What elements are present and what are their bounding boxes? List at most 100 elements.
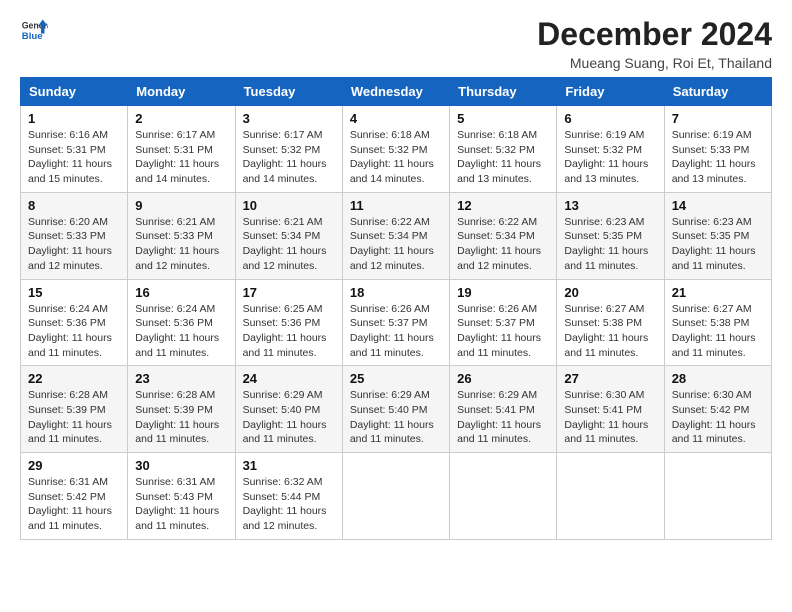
- day-info: Sunrise: 6:29 AMSunset: 5:41 PMDaylight:…: [457, 388, 549, 447]
- day-info: Sunrise: 6:32 AMSunset: 5:44 PMDaylight:…: [243, 475, 335, 534]
- day-info: Sunrise: 6:30 AMSunset: 5:42 PMDaylight:…: [672, 388, 764, 447]
- day-number: 15: [28, 285, 120, 300]
- day-info: Sunrise: 6:24 AMSunset: 5:36 PMDaylight:…: [135, 302, 227, 361]
- day-info: Sunrise: 6:26 AMSunset: 5:37 PMDaylight:…: [350, 302, 442, 361]
- day-number: 27: [564, 371, 656, 386]
- day-info: Sunrise: 6:24 AMSunset: 5:36 PMDaylight:…: [28, 302, 120, 361]
- calendar-cell: [557, 453, 664, 540]
- day-number: 26: [457, 371, 549, 386]
- calendar-cell: [450, 453, 557, 540]
- calendar-cell: 10 Sunrise: 6:21 AMSunset: 5:34 PMDaylig…: [235, 192, 342, 279]
- calendar-cell: 28 Sunrise: 6:30 AMSunset: 5:42 PMDaylig…: [664, 366, 771, 453]
- day-info: Sunrise: 6:21 AMSunset: 5:33 PMDaylight:…: [135, 215, 227, 274]
- calendar-cell: 22 Sunrise: 6:28 AMSunset: 5:39 PMDaylig…: [21, 366, 128, 453]
- day-number: 29: [28, 458, 120, 473]
- calendar-table: SundayMondayTuesdayWednesdayThursdayFrid…: [20, 77, 772, 540]
- day-number: 19: [457, 285, 549, 300]
- calendar-cell: 24 Sunrise: 6:29 AMSunset: 5:40 PMDaylig…: [235, 366, 342, 453]
- calendar-cell: 11 Sunrise: 6:22 AMSunset: 5:34 PMDaylig…: [342, 192, 449, 279]
- calendar-cell: 23 Sunrise: 6:28 AMSunset: 5:39 PMDaylig…: [128, 366, 235, 453]
- calendar-cell: 14 Sunrise: 6:23 AMSunset: 5:35 PMDaylig…: [664, 192, 771, 279]
- day-info: Sunrise: 6:17 AMSunset: 5:31 PMDaylight:…: [135, 128, 227, 187]
- day-info: Sunrise: 6:23 AMSunset: 5:35 PMDaylight:…: [564, 215, 656, 274]
- calendar-cell: 6 Sunrise: 6:19 AMSunset: 5:32 PMDayligh…: [557, 106, 664, 193]
- day-info: Sunrise: 6:28 AMSunset: 5:39 PMDaylight:…: [28, 388, 120, 447]
- day-number: 10: [243, 198, 335, 213]
- day-info: Sunrise: 6:26 AMSunset: 5:37 PMDaylight:…: [457, 302, 549, 361]
- day-info: Sunrise: 6:27 AMSunset: 5:38 PMDaylight:…: [672, 302, 764, 361]
- day-info: Sunrise: 6:23 AMSunset: 5:35 PMDaylight:…: [672, 215, 764, 274]
- calendar-header-row: SundayMondayTuesdayWednesdayThursdayFrid…: [21, 78, 772, 106]
- day-number: 11: [350, 198, 442, 213]
- day-info: Sunrise: 6:16 AMSunset: 5:31 PMDaylight:…: [28, 128, 120, 187]
- day-number: 12: [457, 198, 549, 213]
- calendar-cell: 27 Sunrise: 6:30 AMSunset: 5:41 PMDaylig…: [557, 366, 664, 453]
- calendar-week-3: 15 Sunrise: 6:24 AMSunset: 5:36 PMDaylig…: [21, 279, 772, 366]
- logo-icon: General Blue: [20, 16, 48, 44]
- calendar-cell: [664, 453, 771, 540]
- calendar-cell: 2 Sunrise: 6:17 AMSunset: 5:31 PMDayligh…: [128, 106, 235, 193]
- calendar-cell: [342, 453, 449, 540]
- day-number: 18: [350, 285, 442, 300]
- column-header-saturday: Saturday: [664, 78, 771, 106]
- svg-text:Blue: Blue: [22, 31, 43, 42]
- calendar-week-5: 29 Sunrise: 6:31 AMSunset: 5:42 PMDaylig…: [21, 453, 772, 540]
- calendar-cell: 18 Sunrise: 6:26 AMSunset: 5:37 PMDaylig…: [342, 279, 449, 366]
- calendar-cell: 8 Sunrise: 6:20 AMSunset: 5:33 PMDayligh…: [21, 192, 128, 279]
- page-header: General Blue December 2024 Mueang Suang,…: [20, 16, 772, 71]
- column-header-friday: Friday: [557, 78, 664, 106]
- day-number: 9: [135, 198, 227, 213]
- day-number: 8: [28, 198, 120, 213]
- day-number: 17: [243, 285, 335, 300]
- day-info: Sunrise: 6:30 AMSunset: 5:41 PMDaylight:…: [564, 388, 656, 447]
- day-info: Sunrise: 6:22 AMSunset: 5:34 PMDaylight:…: [350, 215, 442, 274]
- day-info: Sunrise: 6:19 AMSunset: 5:33 PMDaylight:…: [672, 128, 764, 187]
- calendar-cell: 1 Sunrise: 6:16 AMSunset: 5:31 PMDayligh…: [21, 106, 128, 193]
- calendar-cell: 25 Sunrise: 6:29 AMSunset: 5:40 PMDaylig…: [342, 366, 449, 453]
- calendar-cell: 19 Sunrise: 6:26 AMSunset: 5:37 PMDaylig…: [450, 279, 557, 366]
- title-area: December 2024 Mueang Suang, Roi Et, Thai…: [537, 16, 772, 71]
- calendar-cell: 12 Sunrise: 6:22 AMSunset: 5:34 PMDaylig…: [450, 192, 557, 279]
- logo: General Blue: [20, 16, 48, 44]
- day-number: 20: [564, 285, 656, 300]
- day-number: 1: [28, 111, 120, 126]
- day-info: Sunrise: 6:31 AMSunset: 5:43 PMDaylight:…: [135, 475, 227, 534]
- day-number: 13: [564, 198, 656, 213]
- day-number: 25: [350, 371, 442, 386]
- column-header-sunday: Sunday: [21, 78, 128, 106]
- day-number: 22: [28, 371, 120, 386]
- day-number: 4: [350, 111, 442, 126]
- day-number: 21: [672, 285, 764, 300]
- day-info: Sunrise: 6:18 AMSunset: 5:32 PMDaylight:…: [457, 128, 549, 187]
- day-info: Sunrise: 6:21 AMSunset: 5:34 PMDaylight:…: [243, 215, 335, 274]
- calendar-cell: 26 Sunrise: 6:29 AMSunset: 5:41 PMDaylig…: [450, 366, 557, 453]
- column-header-wednesday: Wednesday: [342, 78, 449, 106]
- day-number: 16: [135, 285, 227, 300]
- day-info: Sunrise: 6:17 AMSunset: 5:32 PMDaylight:…: [243, 128, 335, 187]
- day-info: Sunrise: 6:29 AMSunset: 5:40 PMDaylight:…: [243, 388, 335, 447]
- calendar-cell: 16 Sunrise: 6:24 AMSunset: 5:36 PMDaylig…: [128, 279, 235, 366]
- calendar-cell: 9 Sunrise: 6:21 AMSunset: 5:33 PMDayligh…: [128, 192, 235, 279]
- day-info: Sunrise: 6:22 AMSunset: 5:34 PMDaylight:…: [457, 215, 549, 274]
- calendar-cell: 21 Sunrise: 6:27 AMSunset: 5:38 PMDaylig…: [664, 279, 771, 366]
- column-header-monday: Monday: [128, 78, 235, 106]
- day-info: Sunrise: 6:18 AMSunset: 5:32 PMDaylight:…: [350, 128, 442, 187]
- day-info: Sunrise: 6:31 AMSunset: 5:42 PMDaylight:…: [28, 475, 120, 534]
- calendar-week-4: 22 Sunrise: 6:28 AMSunset: 5:39 PMDaylig…: [21, 366, 772, 453]
- day-number: 30: [135, 458, 227, 473]
- calendar-cell: 5 Sunrise: 6:18 AMSunset: 5:32 PMDayligh…: [450, 106, 557, 193]
- calendar-week-2: 8 Sunrise: 6:20 AMSunset: 5:33 PMDayligh…: [21, 192, 772, 279]
- calendar-cell: 30 Sunrise: 6:31 AMSunset: 5:43 PMDaylig…: [128, 453, 235, 540]
- day-number: 31: [243, 458, 335, 473]
- day-info: Sunrise: 6:28 AMSunset: 5:39 PMDaylight:…: [135, 388, 227, 447]
- day-number: 23: [135, 371, 227, 386]
- calendar-cell: 13 Sunrise: 6:23 AMSunset: 5:35 PMDaylig…: [557, 192, 664, 279]
- column-header-thursday: Thursday: [450, 78, 557, 106]
- calendar-cell: 31 Sunrise: 6:32 AMSunset: 5:44 PMDaylig…: [235, 453, 342, 540]
- calendar-cell: 15 Sunrise: 6:24 AMSunset: 5:36 PMDaylig…: [21, 279, 128, 366]
- day-number: 28: [672, 371, 764, 386]
- day-number: 6: [564, 111, 656, 126]
- day-number: 24: [243, 371, 335, 386]
- day-number: 2: [135, 111, 227, 126]
- calendar-week-1: 1 Sunrise: 6:16 AMSunset: 5:31 PMDayligh…: [21, 106, 772, 193]
